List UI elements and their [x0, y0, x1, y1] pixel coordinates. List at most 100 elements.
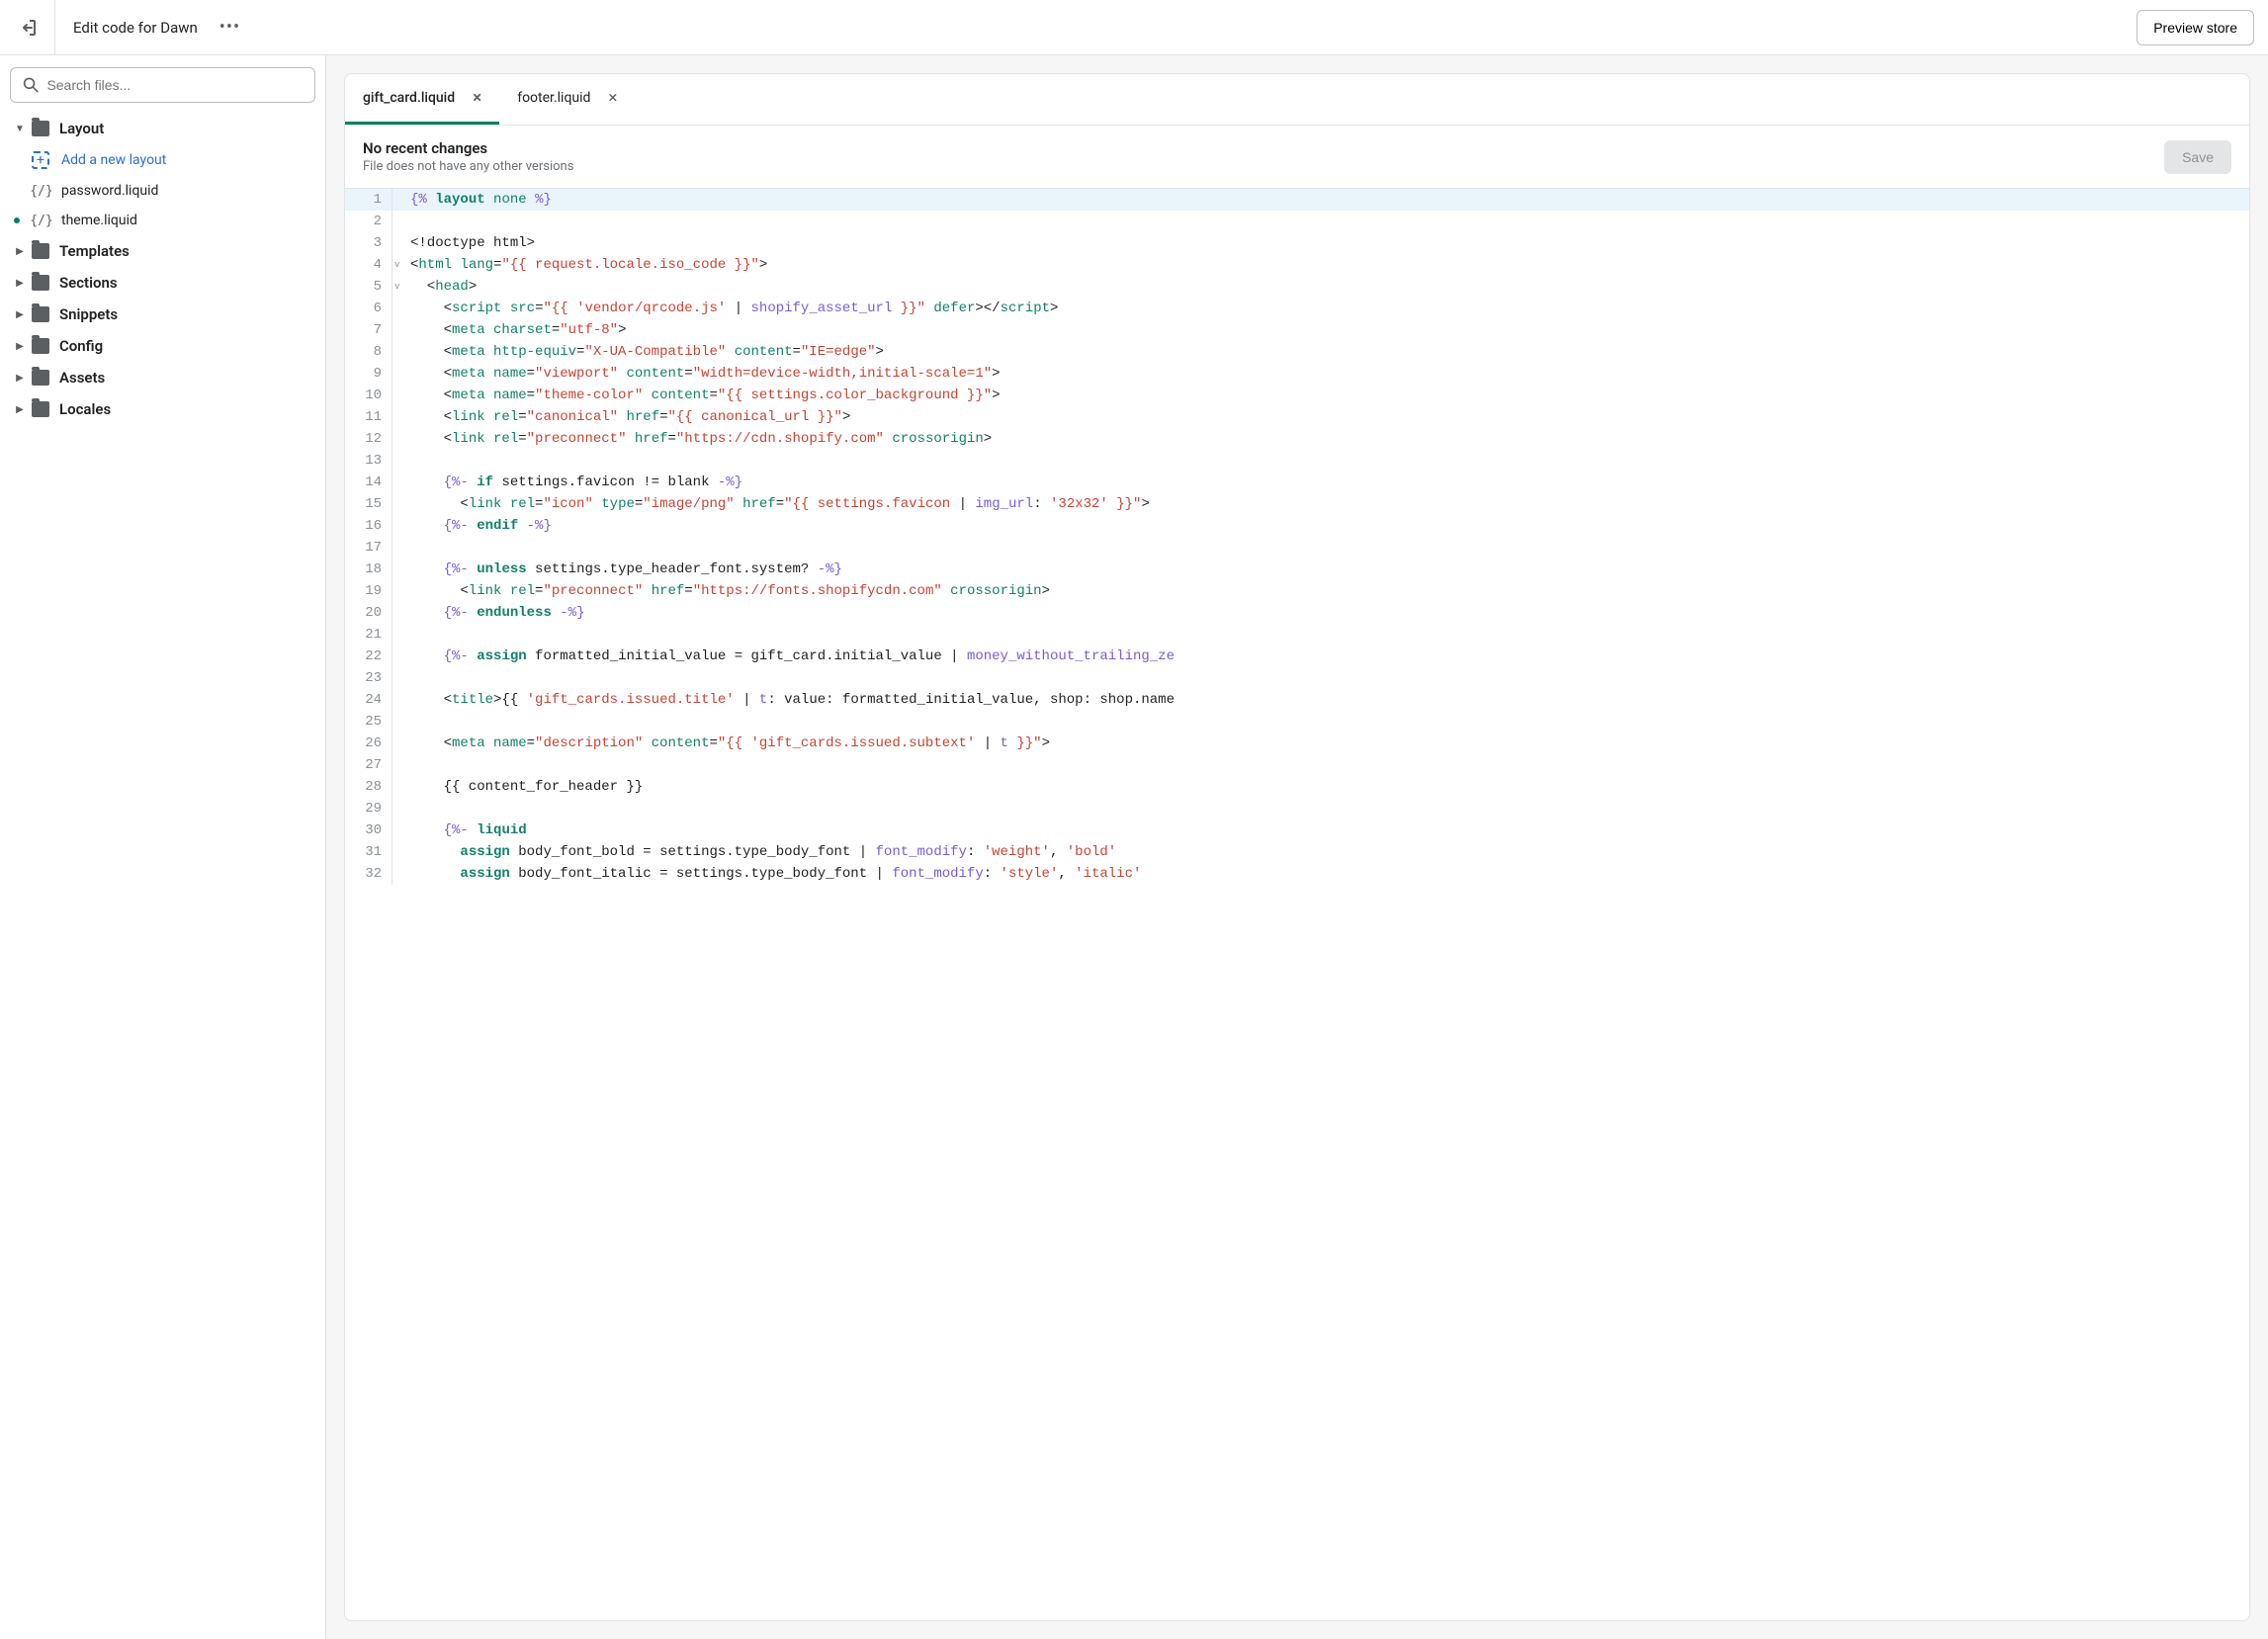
search-input[interactable]: [46, 77, 303, 93]
caret-icon: ▼: [14, 124, 26, 134]
code-line[interactable]: 31 assign body_font_bold = settings.type…: [345, 841, 2249, 863]
folder-label: Config: [59, 337, 103, 355]
folder-icon: [32, 306, 49, 322]
code-line[interactable]: 20 {%- endunless -%}: [345, 602, 2249, 624]
code-line[interactable]: 21: [345, 624, 2249, 646]
line-number: 7: [345, 319, 393, 341]
fold-icon: [393, 733, 406, 754]
fold-icon: [393, 820, 406, 841]
code-line[interactable]: 26 <meta name="description" content="{{ …: [345, 733, 2249, 754]
code-line[interactable]: 16 {%- endif -%}: [345, 515, 2249, 537]
fold-icon: [393, 776, 406, 798]
fold-icon: [393, 232, 406, 254]
code-line[interactable]: 7 <meta charset="utf-8">: [345, 319, 2249, 341]
code-line[interactable]: 17: [345, 537, 2249, 559]
folder-sections[interactable]: ▶Sections: [10, 267, 315, 299]
code-line[interactable]: 4v<html lang="{{ request.locale.iso_code…: [345, 254, 2249, 276]
line-number: 8: [345, 341, 393, 363]
code-line[interactable]: 14 {%- if settings.favicon != blank -%}: [345, 472, 2249, 493]
code-line[interactable]: 18 {%- unless settings.type_header_font.…: [345, 559, 2249, 580]
folder-config[interactable]: ▶Config: [10, 330, 315, 362]
tab-gift_card-liquid[interactable]: gift_card.liquid×: [345, 74, 499, 125]
code-line[interactable]: 10 <meta name="theme-color" content="{{ …: [345, 385, 2249, 406]
code-line[interactable]: 29: [345, 798, 2249, 820]
code-content: [406, 711, 410, 733]
code-editor[interactable]: 1{% layout none %}23<!doctype html>4v<ht…: [345, 189, 2249, 1620]
code-content: {%- assign formatted_initial_value = gif…: [406, 646, 1175, 667]
fold-icon: [393, 711, 406, 733]
exit-icon: [18, 18, 38, 38]
fold-icon: [393, 515, 406, 537]
code-line[interactable]: 6 <script src="{{ 'vendor/qrcode.js' | s…: [345, 298, 2249, 319]
code-line[interactable]: 12 <link rel="preconnect" href="https://…: [345, 428, 2249, 450]
fold-icon: [393, 646, 406, 667]
line-number: 6: [345, 298, 393, 319]
line-number: 11: [345, 406, 393, 428]
code-content: {%- if settings.favicon != blank -%}: [406, 472, 742, 493]
folder-snippets[interactable]: ▶Snippets: [10, 299, 315, 330]
code-line[interactable]: 28 {{ content_for_header }}: [345, 776, 2249, 798]
code-content: {% layout none %}: [406, 189, 552, 211]
fold-icon: [393, 754, 406, 776]
liquid-file-icon: {/}: [32, 214, 51, 228]
code-line[interactable]: 27: [345, 754, 2249, 776]
fold-icon[interactable]: v: [393, 276, 406, 298]
tab-footer-liquid[interactable]: footer.liquid×: [499, 74, 635, 125]
code-line[interactable]: 30 {%- liquid: [345, 820, 2249, 841]
search-box[interactable]: [10, 67, 315, 103]
code-line[interactable]: 3 <!doctype html>: [345, 232, 2249, 254]
line-number: 20: [345, 602, 393, 624]
preview-store-button[interactable]: Preview store: [2137, 10, 2254, 45]
fold-icon[interactable]: v: [393, 254, 406, 276]
fold-icon: [393, 472, 406, 493]
code-line[interactable]: 24 <title>{{ 'gift_cards.issued.title' |…: [345, 689, 2249, 711]
code-line[interactable]: 23: [345, 667, 2249, 689]
line-number: 4: [345, 254, 393, 276]
line-number: 23: [345, 667, 393, 689]
code-line[interactable]: 22 {%- assign formatted_initial_value = …: [345, 646, 2249, 667]
file-label: theme.liquid: [61, 213, 137, 228]
code-content: <link rel="canonical" href="{{ canonical…: [406, 406, 850, 428]
fold-icon: [393, 385, 406, 406]
close-icon[interactable]: ×: [608, 88, 617, 108]
fold-icon: [393, 537, 406, 559]
add-layout-button[interactable]: +Add a new layout: [10, 144, 315, 176]
folder-icon: [32, 121, 49, 136]
code-line[interactable]: 13: [345, 450, 2249, 472]
code-line[interactable]: 32 assign body_font_italic = settings.ty…: [345, 863, 2249, 885]
line-number: 19: [345, 580, 393, 602]
code-content: <title>{{ 'gift_cards.issued.title' | t:…: [406, 689, 1175, 711]
code-line[interactable]: 15 <link rel="icon" type="image/png" hre…: [345, 493, 2249, 515]
folder-locales[interactable]: ▶Locales: [10, 393, 315, 425]
code-line[interactable]: 25: [345, 711, 2249, 733]
fold-icon: [393, 189, 406, 211]
back-button[interactable]: [0, 0, 55, 55]
caret-icon: ▶: [14, 309, 26, 320]
folder-templates[interactable]: ▶Templates: [10, 235, 315, 267]
code-line[interactable]: 2: [345, 211, 2249, 232]
code-content: <link rel="preconnect" href="https://fon…: [406, 580, 1050, 602]
save-button[interactable]: Save: [2164, 140, 2231, 174]
fold-icon: [393, 493, 406, 515]
line-number: 3: [345, 232, 393, 254]
file-password-liquid[interactable]: {/}password.liquid: [10, 176, 315, 206]
fold-icon: [393, 863, 406, 885]
line-number: 14: [345, 472, 393, 493]
file-theme-liquid[interactable]: {/} theme.liquid: [10, 206, 315, 235]
code-content: {{ content_for_header }}: [406, 776, 643, 798]
folder-assets[interactable]: ▶Assets: [10, 362, 315, 393]
code-line[interactable]: 11 <link rel="canonical" href="{{ canoni…: [345, 406, 2249, 428]
fold-icon: [393, 319, 406, 341]
close-icon[interactable]: ×: [473, 88, 481, 108]
fold-icon: [393, 559, 406, 580]
code-line[interactable]: 1{% layout none %}: [345, 189, 2249, 211]
more-menu-button[interactable]: •••: [216, 17, 244, 38]
code-line[interactable]: 19 <link rel="preconnect" href="https://…: [345, 580, 2249, 602]
code-content: <!doctype html>: [406, 232, 535, 254]
line-number: 31: [345, 841, 393, 863]
folder-layout[interactable]: ▼Layout: [10, 113, 315, 144]
code-line[interactable]: 9 <meta name="viewport" content="width=d…: [345, 363, 2249, 385]
code-line[interactable]: 8 <meta http-equiv="X-UA-Compatible" con…: [345, 341, 2249, 363]
code-line[interactable]: 5v <head>: [345, 276, 2249, 298]
code-content: <html lang="{{ request.locale.iso_code }…: [406, 254, 767, 276]
